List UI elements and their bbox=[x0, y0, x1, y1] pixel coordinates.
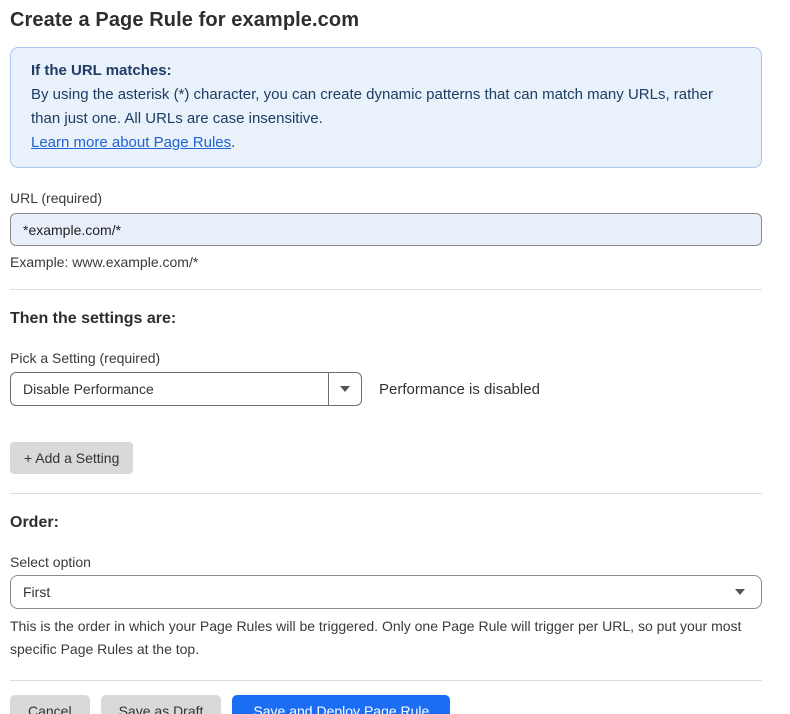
url-example-text: Example: www.example.com/* bbox=[10, 254, 762, 270]
chevron-down-icon bbox=[735, 589, 745, 595]
settings-section-heading: Then the settings are: bbox=[10, 310, 762, 328]
page-title: Create a Page Rule for example.com bbox=[10, 9, 762, 32]
order-help-text: This is the order in which your Page Rul… bbox=[10, 615, 755, 661]
info-box-body: By using the asterisk (*) character, you… bbox=[31, 83, 741, 131]
order-select-value: First bbox=[23, 584, 50, 600]
add-setting-button[interactable]: + Add a Setting bbox=[10, 442, 133, 474]
url-field-label: URL (required) bbox=[10, 190, 762, 206]
pick-setting-label: Pick a Setting (required) bbox=[10, 350, 762, 366]
order-select-label: Select option bbox=[10, 554, 762, 570]
cancel-button[interactable]: Cancel bbox=[10, 695, 90, 714]
order-section-heading: Order: bbox=[10, 514, 762, 532]
info-box-link-line: Learn more about Page Rules. bbox=[31, 131, 741, 155]
setting-select-arrow-button[interactable] bbox=[328, 373, 361, 405]
save-deploy-button[interactable]: Save and Deploy Page Rule bbox=[232, 695, 450, 714]
divider bbox=[10, 493, 762, 494]
order-select[interactable]: First bbox=[10, 575, 762, 609]
chevron-down-icon bbox=[340, 386, 350, 392]
setting-select-value: Disable Performance bbox=[11, 381, 328, 397]
url-match-info-box: If the URL matches: By using the asteris… bbox=[10, 47, 762, 168]
setting-row: Disable Performance Performance is disab… bbox=[10, 372, 762, 406]
form-actions: Cancel Save as Draft Save and Deploy Pag… bbox=[10, 695, 762, 714]
url-input[interactable] bbox=[10, 213, 762, 246]
link-suffix: . bbox=[231, 134, 235, 151]
setting-select[interactable]: Disable Performance bbox=[10, 372, 362, 406]
divider bbox=[10, 289, 762, 290]
info-box-heading: If the URL matches: bbox=[31, 59, 741, 83]
setting-status-text: Performance is disabled bbox=[379, 381, 540, 398]
save-draft-button[interactable]: Save as Draft bbox=[101, 695, 222, 714]
learn-more-link[interactable]: Learn more about Page Rules bbox=[31, 134, 231, 151]
page-rule-form: Create a Page Rule for example.com If th… bbox=[0, 0, 790, 714]
divider bbox=[10, 680, 762, 681]
